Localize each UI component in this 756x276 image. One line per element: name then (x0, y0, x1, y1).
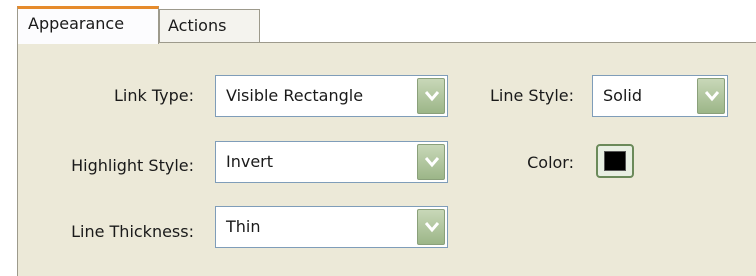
tab-appearance[interactable]: Appearance (17, 6, 159, 44)
color-picker-button[interactable] (596, 144, 634, 178)
line-thickness-label: Line Thickness: (71, 222, 194, 241)
highlight-style-value: Invert (226, 152, 274, 171)
chevron-down-icon[interactable] (417, 78, 445, 114)
color-label: Color: (527, 153, 574, 172)
highlight-style-label: Highlight Style: (71, 156, 194, 175)
link-type-label: Link Type: (114, 86, 194, 105)
line-style-dropdown[interactable]: Solid (592, 75, 728, 117)
line-style-label: Line Style: (489, 86, 574, 105)
line-thickness-dropdown[interactable]: Thin (215, 206, 448, 248)
link-type-value: Visible Rectangle (226, 86, 364, 105)
line-style-value: Solid (603, 86, 642, 105)
color-swatch-black (604, 151, 626, 171)
chevron-down-icon[interactable] (417, 209, 445, 245)
link-properties-window: Appearance Actions Link Type: Visible Re… (0, 0, 756, 276)
chevron-down-icon[interactable] (417, 144, 445, 180)
line-thickness-value: Thin (226, 217, 261, 236)
tab-actions-label: Actions (168, 16, 227, 35)
highlight-style-dropdown[interactable]: Invert (215, 141, 448, 183)
appearance-panel: Link Type: Visible Rectangle Line Style:… (17, 42, 756, 276)
tab-actions[interactable]: Actions (159, 9, 260, 43)
tab-strip: Appearance Actions (17, 6, 756, 44)
link-type-dropdown[interactable]: Visible Rectangle (215, 75, 448, 117)
tab-appearance-label: Appearance (28, 14, 125, 33)
chevron-down-icon[interactable] (697, 78, 725, 114)
